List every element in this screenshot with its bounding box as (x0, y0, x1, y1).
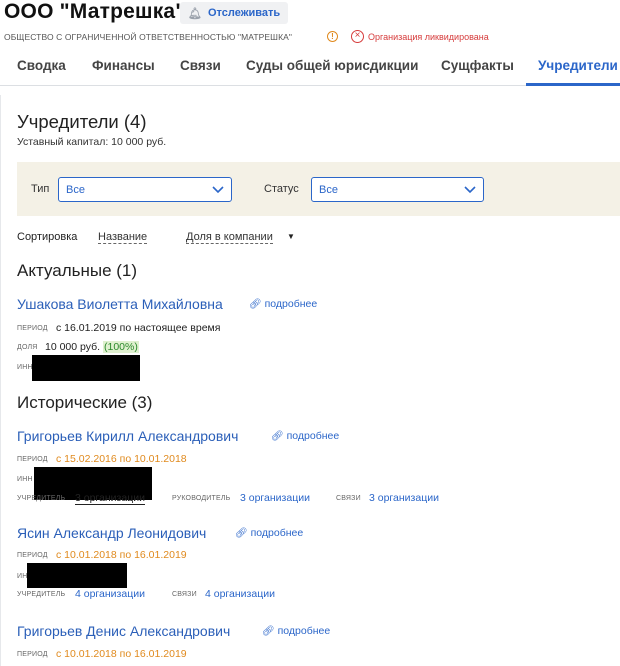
director-of-label: руководитель (172, 495, 231, 502)
redacted-inn (27, 563, 127, 588)
track-button-label: Отслеживать (207, 7, 281, 19)
type-filter-label: Тип (31, 183, 50, 195)
company-full-name: ОБЩЕСТВО С ОГРАНИЧЕННОЙ ОТВЕТСТВЕННОСТЬЮ… (4, 32, 293, 42)
links-link[interactable]: 4 организации (205, 588, 275, 600)
link-icon: 🔗︎ (262, 626, 275, 637)
status-select[interactable]: Все (311, 177, 484, 202)
founder-name-link[interactable]: Ушакова Виолетта Михайловна (17, 296, 223, 312)
page-title: Учредители (4) (17, 111, 147, 132)
details-link-label: подробнее (277, 625, 331, 637)
bell-icon: 🔔︎ (188, 7, 202, 20)
chevron-down-icon (464, 186, 476, 194)
tab-bar: Сводка Финансы Связи Суды общей юрисдикц… (0, 52, 620, 86)
period-value: с 16.01.2019 по настоящее время (56, 322, 221, 334)
type-select-value: Все (66, 184, 85, 196)
details-link-label: подробнее (286, 430, 340, 442)
founder-name-link[interactable]: Григорьев Денис Александрович (17, 623, 230, 639)
links-label: связи (336, 495, 361, 502)
redacted-inn (32, 355, 140, 381)
close-circle-icon: × (351, 30, 364, 43)
period-value: с 10.01.2018 по 16.01.2019 (56, 549, 187, 561)
tab-links[interactable]: Связи (180, 58, 221, 73)
links-link[interactable]: 3 организации (369, 492, 439, 504)
tab-courts[interactable]: Суды общей юрисдикции (246, 58, 418, 73)
period-label: период (17, 325, 48, 332)
details-link-label: подробнее (250, 527, 304, 539)
founder-name-link[interactable]: Ясин Александр Леонидович (17, 525, 206, 541)
sort-label: Сортировка (17, 231, 78, 243)
link-icon: 🔗︎ (271, 431, 284, 442)
authorized-capital: Уставный капитал: 10 000 руб. (17, 136, 167, 148)
links-label: связи (172, 591, 197, 598)
active-tab-indicator (526, 83, 620, 86)
current-section-title: Актуальные (1) (17, 261, 138, 280)
tab-finance[interactable]: Финансы (92, 58, 155, 73)
tab-summary[interactable]: Сводка (17, 58, 66, 73)
type-select[interactable]: Все (58, 177, 232, 202)
founder-of-label: учредитель (17, 591, 66, 598)
tab-founders[interactable]: Учредители (538, 58, 618, 73)
details-link-label: подробнее (264, 298, 318, 310)
director-of-link[interactable]: 3 организации (240, 492, 310, 504)
warning-icon[interactable]: ! (327, 31, 338, 42)
link-icon: 🔗︎ (249, 299, 262, 310)
track-button[interactable]: 🔔︎ Отслеживать (180, 2, 289, 24)
details-link[interactable]: 🔗︎ подробнее (271, 430, 339, 442)
sort-by-share[interactable]: Доля в компании (186, 231, 273, 244)
tab-facts[interactable]: Сущфакты (441, 58, 514, 73)
period-label: период (17, 456, 48, 463)
details-link[interactable]: 🔗︎ подробнее (262, 625, 330, 637)
inn-label: инн (17, 476, 33, 483)
share-amount: 10 000 руб. (45, 341, 101, 353)
period-value: с 10.01.2018 по 16.01.2019 (56, 648, 187, 660)
sort-arrow-icon[interactable]: ▼ (287, 232, 295, 241)
status-select-value: Все (319, 184, 338, 196)
period-label: период (17, 552, 48, 559)
founder-of-link[interactable]: 3 организации (75, 492, 145, 505)
inn-label: инн (17, 364, 33, 371)
share-percent: (100%) (102, 341, 139, 353)
details-link[interactable]: 🔗︎ подробнее (249, 298, 317, 310)
founder-of-link[interactable]: 4 организации (75, 588, 145, 600)
link-icon: 🔗︎ (235, 528, 248, 539)
period-label: период (17, 651, 48, 658)
share-label: доля (17, 344, 38, 351)
company-title: ООО "Матрешка" (4, 0, 186, 23)
founder-of-label: учредитель (17, 495, 66, 502)
sort-by-name[interactable]: Название (98, 231, 148, 244)
founder-name-link[interactable]: Григорьев Кирилл Александрович (17, 428, 238, 444)
chevron-down-icon (212, 186, 224, 194)
period-value: с 15.02.2016 по 10.01.2018 (56, 453, 187, 465)
details-link[interactable]: 🔗︎ подробнее (235, 527, 303, 539)
status-filter-label: Статус (264, 183, 299, 195)
share-value: 10 000 руб. (100%) (45, 341, 139, 353)
status-badge: Организация ликвидирована (368, 32, 489, 42)
historic-section-title: Исторические (3) (17, 393, 153, 412)
